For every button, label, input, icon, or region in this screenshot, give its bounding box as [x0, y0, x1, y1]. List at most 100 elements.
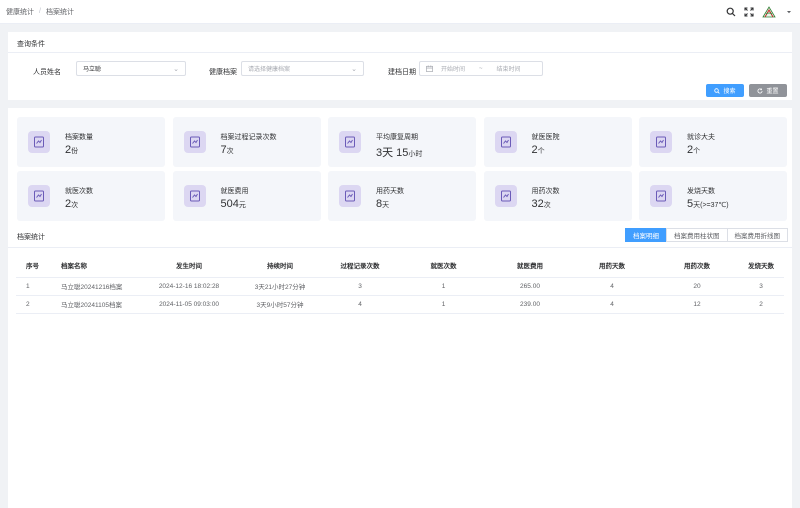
- table-cell: 20: [656, 277, 738, 296]
- stat-card: 就医费用 504元: [172, 171, 321, 221]
- col-name: 档案名称: [53, 253, 143, 278]
- section-divider: [8, 247, 792, 248]
- stat-label: 用药天数: [376, 188, 404, 195]
- end-date-input[interactable]: 结束时间: [497, 64, 521, 73]
- col-fever-days: 发烧天数: [738, 253, 784, 278]
- table-row[interactable]: 2 马立聪20241105档案 2024-11-05 09:03:00 3天9小…: [16, 295, 784, 314]
- table-cell: 4: [568, 295, 656, 314]
- breadcrumb: 健康统计 / 档案统计: [6, 7, 74, 17]
- app-logo[interactable]: [762, 5, 776, 19]
- stat-unit: 个: [537, 148, 545, 155]
- breadcrumb-home[interactable]: 健康统计: [6, 7, 34, 17]
- reset-button[interactable]: 重置: [749, 84, 787, 97]
- view-tabs: 档案明细 档案费用柱状图 档案费用折线图: [625, 228, 788, 242]
- date-separator: ~: [479, 65, 483, 72]
- stat-label: 平均康复周期: [376, 134, 418, 141]
- person-label: 人员姓名: [33, 69, 61, 76]
- table-cell: 3天21小时27分钟: [235, 277, 325, 296]
- start-date-input[interactable]: 开始时间: [441, 64, 465, 73]
- col-index: 序号: [16, 253, 53, 278]
- stat-unit: 次: [226, 148, 234, 155]
- table-cell: 265.00: [492, 277, 568, 296]
- col-med-count: 用药次数: [656, 253, 738, 278]
- fullscreen-icon[interactable]: [744, 6, 754, 17]
- table-cell: 1: [395, 295, 492, 314]
- chart-icon: [183, 131, 206, 153]
- reset-button-label: 重置: [766, 89, 779, 95]
- record-label: 健康档案: [209, 69, 237, 76]
- stat-value: 504元: [221, 198, 246, 210]
- stat-number: 32: [531, 198, 544, 210]
- stat-card: 就医次数 2次: [17, 171, 165, 221]
- records-table: 序号 档案名称 发生时间 持续时间 过程记录次数 就医次数 就医费用 用药天数 …: [16, 253, 784, 314]
- chart-icon: [650, 185, 672, 207]
- chart-icon: [494, 185, 517, 207]
- stat-unit: 天: [382, 202, 390, 209]
- stat-value: 2个: [687, 144, 700, 156]
- stat-unit: 次: [71, 202, 79, 209]
- table-cell: 2: [738, 295, 784, 314]
- stat-unit: 份: [71, 148, 79, 155]
- stat-value: 5天(>=37℃): [687, 198, 729, 210]
- stat-number: 3天 15: [376, 147, 409, 159]
- col-process-count: 过程记录次数: [325, 253, 395, 278]
- col-time: 发生时间: [143, 253, 235, 278]
- stat-label: 档案过程记录次数: [220, 134, 277, 141]
- stat-value: 3天 15小时: [376, 144, 422, 160]
- section-title: 档案统计: [17, 234, 45, 241]
- table-cell: 3: [738, 277, 784, 296]
- stat-card: 发烧天数 5天(>=37℃): [639, 171, 787, 221]
- stat-label: 用药次数: [531, 188, 560, 195]
- table-header-row: 序号 档案名称 发生时间 持续时间 过程记录次数 就医次数 就医费用 用药天数 …: [16, 253, 784, 278]
- table-row[interactable]: 1 马立聪20241216档案 2024-12-16 18:02:28 3天21…: [16, 277, 784, 296]
- refresh-icon: [757, 87, 763, 94]
- table-cell: 12: [656, 295, 738, 314]
- stat-label: 发烧天数: [687, 188, 715, 195]
- stat-number: 504: [220, 198, 239, 210]
- stat-unit: 次: [543, 202, 551, 209]
- search-button[interactable]: 搜索: [706, 84, 744, 97]
- table-cell: 马立聪20241105档案: [53, 295, 143, 314]
- chevron-down-icon: ⌄: [173, 65, 179, 73]
- chart-icon: [28, 185, 50, 207]
- chart-icon: [339, 131, 361, 153]
- breadcrumb-current: 档案统计: [45, 8, 74, 16]
- chart-icon: [339, 185, 361, 207]
- query-title: 查询条件: [17, 41, 45, 48]
- record-placeholder: 请选择健康档案: [248, 67, 291, 73]
- person-value: 马立聪: [83, 67, 102, 73]
- col-duration: 持续时间: [235, 253, 325, 278]
- search-icon[interactable]: [726, 7, 736, 17]
- stat-unit: 个: [693, 148, 701, 155]
- date-range-picker[interactable]: 开始时间 ~ 结束时间: [419, 61, 543, 76]
- stat-card: 用药天数 8天: [328, 171, 476, 221]
- tab-detail[interactable]: 档案明细: [625, 228, 667, 242]
- stat-unit: 元: [238, 202, 246, 209]
- search-icon: [714, 87, 721, 94]
- chart-icon: [183, 185, 206, 207]
- record-select[interactable]: 请选择健康档案 ⌄: [241, 61, 364, 76]
- chart-icon: [650, 131, 672, 153]
- table-cell: 4: [325, 295, 395, 314]
- table-cell: 3: [325, 277, 395, 296]
- person-select[interactable]: 马立聪 ⌄: [76, 61, 186, 76]
- col-cost: 就医费用: [492, 253, 568, 278]
- stat-value: 8天: [376, 198, 389, 210]
- stat-card: 用药次数 32次: [483, 171, 632, 221]
- stat-card: 档案过程记录次数 7次: [172, 117, 321, 167]
- stat-value: 2份: [65, 144, 78, 156]
- tab-cost-bar-chart[interactable]: 档案费用柱状图: [666, 228, 728, 242]
- stat-label: 就医次数: [65, 188, 93, 195]
- tab-cost-line-chart[interactable]: 档案费用折线图: [726, 228, 788, 242]
- stat-value: 7次: [221, 144, 234, 156]
- stat-label: 就医医院: [531, 134, 560, 141]
- table-cell: 2: [16, 295, 53, 314]
- stat-card: 就医医院 2个: [483, 117, 632, 167]
- calendar-icon: [426, 65, 433, 72]
- query-divider: [8, 52, 792, 53]
- chevron-down-icon: ⌄: [351, 65, 357, 73]
- table-cell: 3天9小时57分钟: [235, 295, 325, 314]
- chevron-down-icon[interactable]: [784, 7, 794, 17]
- date-label: 建档日期: [388, 69, 416, 76]
- table-cell: 1: [16, 277, 53, 296]
